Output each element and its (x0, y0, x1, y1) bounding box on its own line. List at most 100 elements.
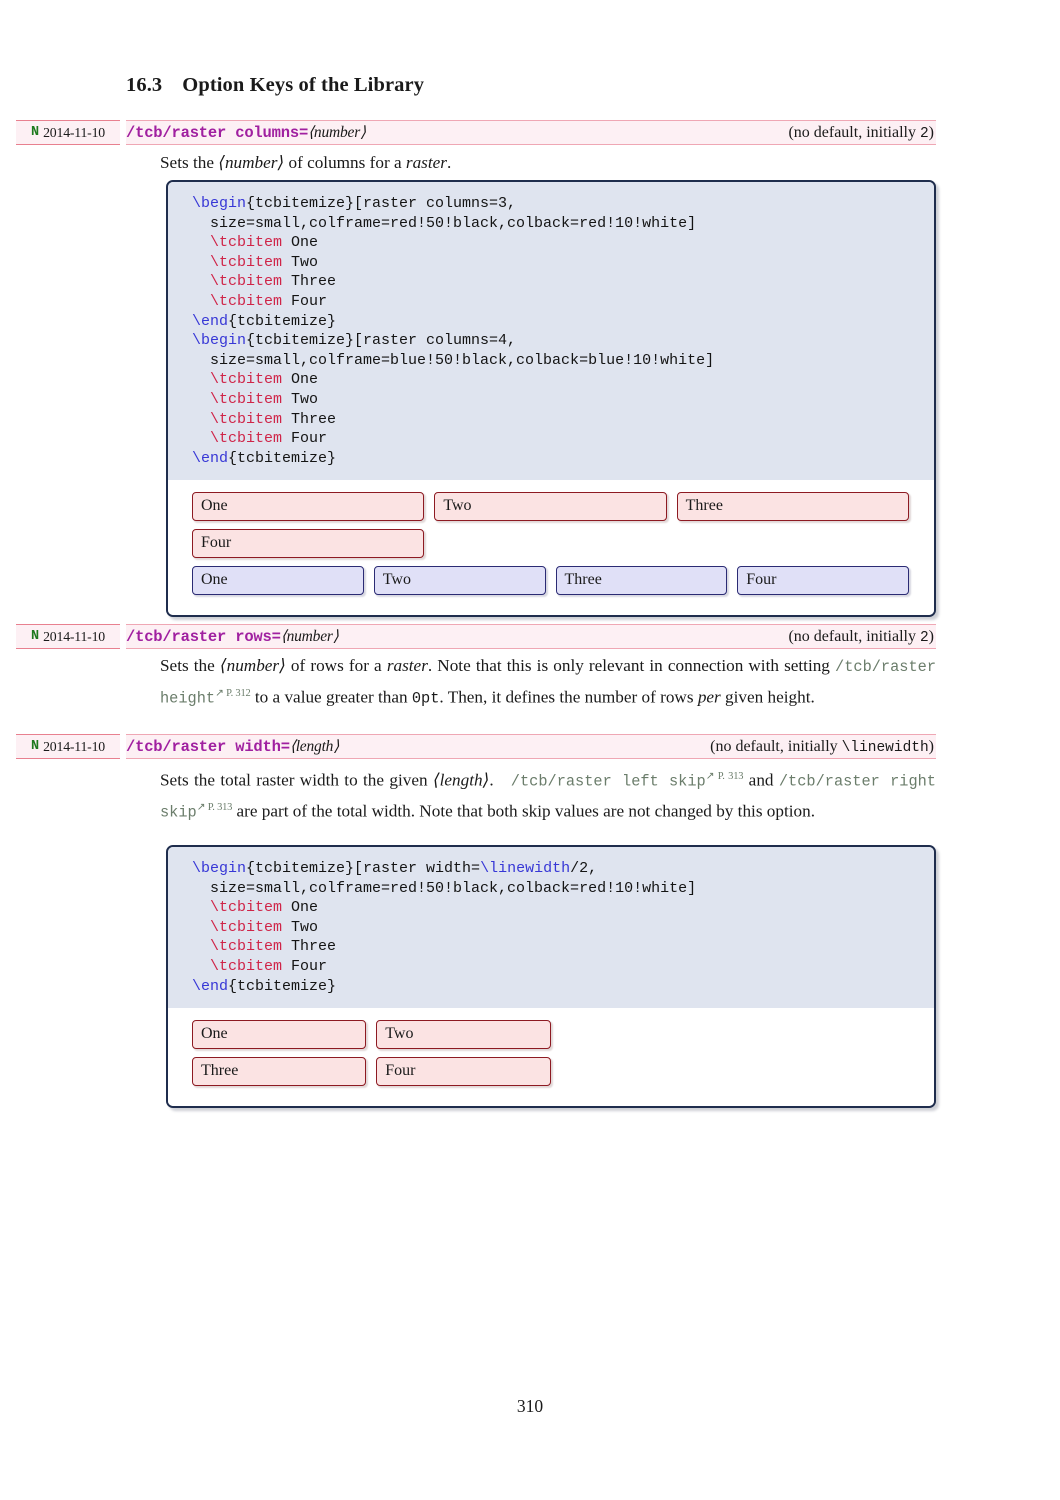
option-key-default: (no default, initially \linewidth) (710, 738, 934, 756)
default-suffix: ) (928, 627, 934, 645)
code-item-token: \tcbitem (210, 430, 283, 448)
desc-emph-2: per (697, 687, 721, 706)
code-macro-token: \end (192, 977, 229, 995)
desc-text-d: to a value greater than (250, 687, 412, 706)
code-line: \tcbitem Four (192, 957, 934, 977)
code-plain-token: {tcbitemize}[raster columns=4, (246, 332, 517, 350)
code-line: \tcbitem One (192, 370, 934, 390)
option-key-bar: /tcb/raster rows=⟨number⟩ (no default, i… (126, 624, 936, 649)
default-value: \linewidth (841, 739, 929, 756)
option-key-name: /tcb/raster width=⟨length⟩ (126, 737, 339, 756)
code-line: \tcbitem Three (192, 272, 934, 292)
key-entry-raster-rows: N 2014-11-10 /tcb/raster rows=⟨number⟩ (… (0, 624, 1060, 649)
default-value: 2 (919, 125, 929, 142)
code-plain-token: Three (282, 273, 337, 291)
code-plain-token: size=small,colframe=red!50!black,colback… (192, 214, 697, 232)
desc-arg: ⟨length⟩ (432, 770, 490, 790)
code-plain-token: Two (282, 390, 319, 408)
code-plain-token (192, 430, 210, 447)
option-key-path: /tcb/raster width (126, 738, 281, 756)
example-code-listing: \begin{tcbitemize}[raster columns=3, siz… (168, 182, 934, 481)
code-plain-token: One (282, 234, 319, 252)
code-item-token: \tcbitem (210, 234, 283, 252)
desc-code: 0pt (411, 689, 440, 707)
code-plain-token (192, 899, 210, 916)
code-line: \tcbitem Two (192, 253, 934, 273)
code-macro-token: \begin (192, 195, 247, 212)
raster-item-box: Two (434, 492, 667, 522)
code-line: \tcbitem One (192, 898, 934, 918)
code-plain-token (192, 958, 210, 975)
code-plain-token: Three (282, 410, 337, 428)
code-macro-token: \begin (192, 860, 247, 877)
raster-row: Three Four (168, 1057, 934, 1094)
default-suffix: ) (928, 737, 934, 755)
code-plain-token: /2, (570, 860, 598, 877)
option-key-path: /tcb/raster columns (126, 124, 299, 142)
raster-row: One Two Three (168, 492, 934, 529)
option-key-name: /tcb/raster rows=⟨number⟩ (126, 627, 339, 646)
code-line: \tcbitem Three (192, 410, 934, 430)
raster-item-box: Four (737, 566, 909, 596)
raster-item-box: One (192, 566, 364, 596)
code-plain-token (192, 254, 210, 271)
option-key-equals: = (280, 738, 290, 756)
raster-item-box: Two (373, 566, 546, 596)
code-item-token: \tcbitem (210, 371, 283, 389)
code-macro-token: \begin (192, 332, 247, 350)
option-key-equals: = (298, 124, 309, 142)
code-item-token: \tcbitem (210, 938, 283, 956)
code-line: \tcbitem Four (192, 429, 934, 449)
cross-reference-page[interactable]: ↗ P. 312 (215, 688, 251, 699)
code-plain-token: Four (282, 430, 328, 448)
code-line: \end{tcbitemize} (192, 312, 934, 332)
option-key-equals: = (271, 628, 281, 646)
new-flag-label: N (31, 629, 40, 644)
cross-reference-page-2[interactable]: ↗ P. 313 (197, 802, 233, 813)
raster-row: Four (168, 529, 934, 566)
raster-item-box: Three (192, 1057, 367, 1087)
new-flag-label: N (31, 125, 40, 140)
example-result-output: One Two Three Four (168, 1008, 934, 1107)
raster-item-box: One (192, 492, 425, 522)
option-key-path: /tcb/raster rows (126, 628, 272, 646)
change-date-label: 2014-11-10 (43, 628, 105, 644)
example-box-columns: \begin{tcbitemize}[raster columns=3, siz… (166, 180, 936, 618)
document-page: 16.3 Option Keys of the Library N 2014-11… (0, 0, 1060, 1500)
example-result-output: One Two Three Four One Two Three Four (168, 480, 934, 616)
page-title: 16.3 Option Keys of the Library (126, 74, 424, 97)
desc-text-b: of rows for a (285, 656, 387, 675)
code-line: size=small,colframe=red!50!black,colback… (192, 879, 934, 899)
desc-text-f: given height. (720, 687, 815, 706)
change-date-label: 2014-11-10 (43, 124, 105, 140)
default-value: 2 (919, 629, 929, 646)
example-box-width: \begin{tcbitemize}[raster width=\linewid… (166, 845, 936, 1109)
cross-reference-page[interactable]: ↗ P. 313 (706, 771, 744, 782)
code-line: \begin{tcbitemize}[raster columns=4, (192, 331, 934, 351)
raster-row: One Two (168, 1020, 934, 1057)
code-plain-token: Two (282, 253, 319, 271)
code-plain-token: {tcbitemize} (228, 312, 337, 330)
option-key-default: (no default, initially 2) (788, 124, 934, 142)
code-macro-token: \end (192, 449, 229, 467)
code-plain-token (192, 371, 210, 388)
code-plain-token: One (282, 899, 319, 917)
code-line: \tcbitem Three (192, 937, 934, 957)
description-raster-width: Sets the total raster width to the given… (160, 764, 936, 826)
default-prefix: (no default, initially (788, 123, 920, 141)
code-plain-token: One (282, 371, 319, 389)
code-plain-token (192, 938, 210, 955)
page-number: 310 (516, 1396, 544, 1416)
example-code-listing: \begin{tcbitemize}[raster width=\linewid… (168, 847, 934, 1009)
code-plain-token: {tcbitemize}[raster columns=3, (246, 195, 517, 212)
key-entry-raster-width: N 2014-11-10 /tcb/raster width=⟨length⟩ … (0, 734, 1060, 759)
code-line: size=small,colframe=blue!50!black,colbac… (192, 351, 934, 371)
change-date-label: 2014-11-10 (43, 738, 105, 754)
code-item-token: \tcbitem (210, 253, 283, 271)
desc-text-c: . Note that this is only relevant in con… (427, 656, 836, 675)
section-title: Option Keys of the Library (182, 74, 425, 96)
desc-text-c: . (446, 153, 452, 172)
cross-reference-link[interactable]: /tcb/raster left skip (511, 773, 706, 791)
raster-item-box: Three (676, 492, 909, 522)
change-date-marker: N 2014-11-10 (16, 624, 120, 649)
